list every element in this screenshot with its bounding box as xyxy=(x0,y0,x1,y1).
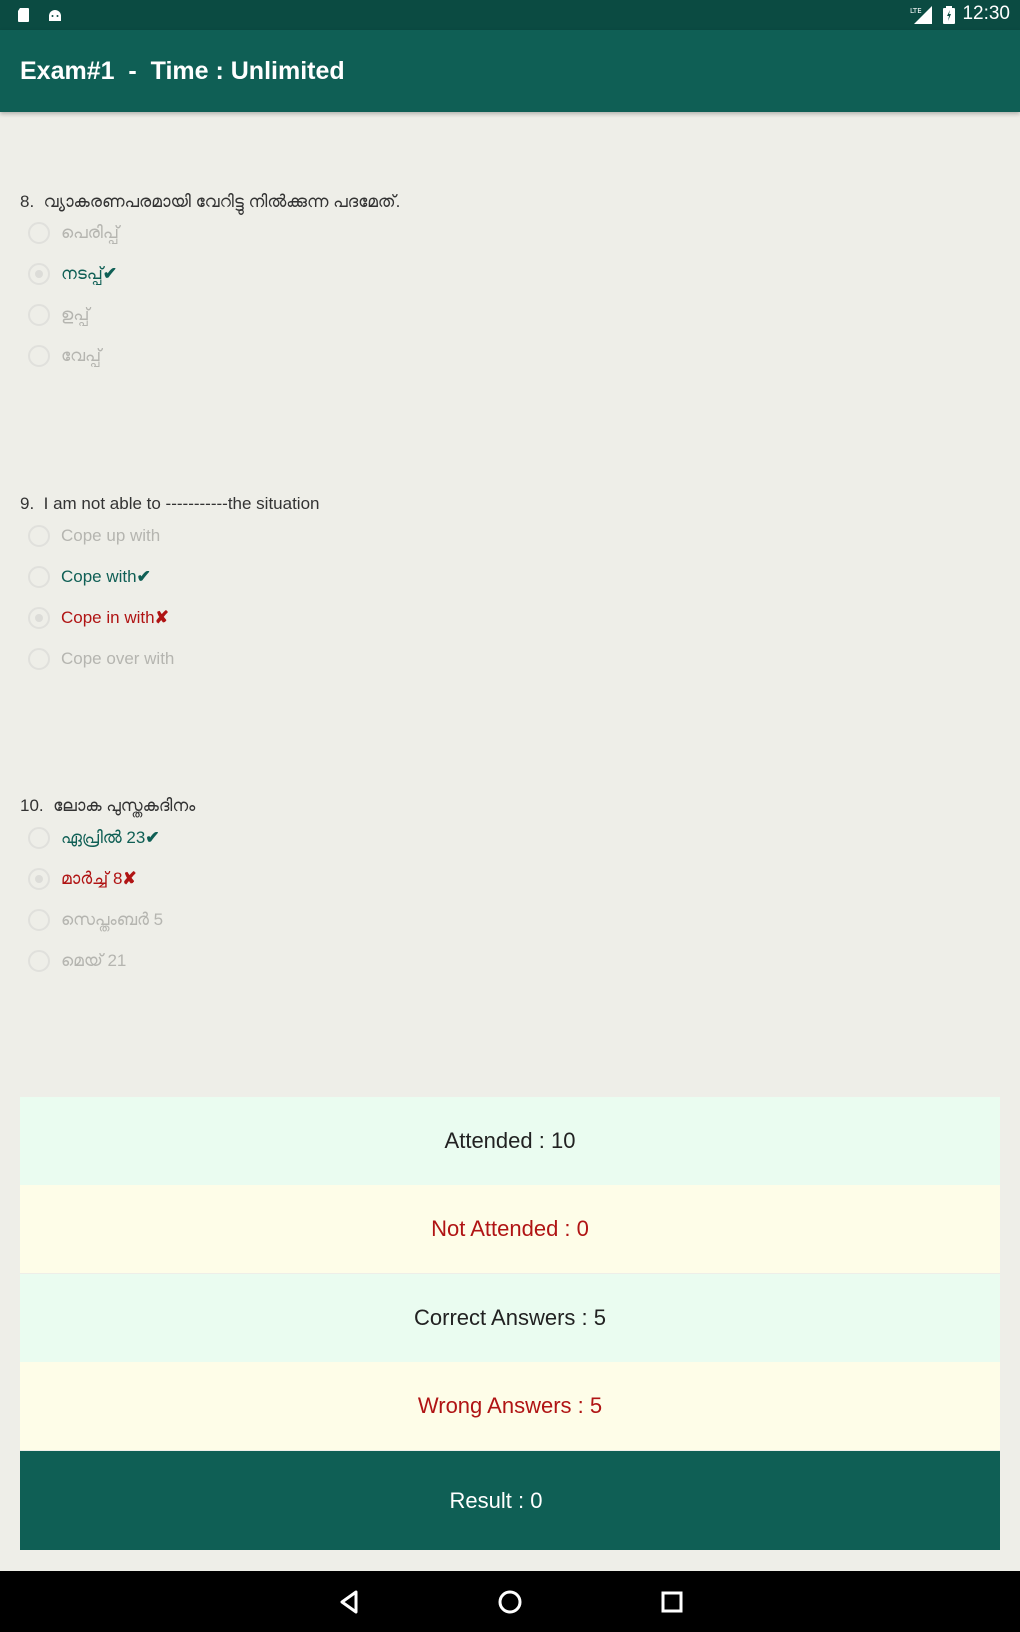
correct-answers-row: Correct Answers : 5 xyxy=(20,1274,1000,1362)
option-label: Cope in with xyxy=(61,608,155,627)
recents-icon[interactable] xyxy=(653,1583,691,1621)
attended-row: Attended : 10 xyxy=(20,1097,1000,1185)
app-bar: Exam#1 - Time : Unlimited xyxy=(0,30,1020,112)
question-number: 10. xyxy=(20,796,44,815)
status-bar: LTE 12:30 xyxy=(0,0,1020,30)
radio-button[interactable] xyxy=(28,263,50,285)
question-body: ലോക പുസ്തകദിനം xyxy=(53,796,196,815)
cross-icon: ✘ xyxy=(154,608,169,627)
option-label: Cope up with xyxy=(61,526,161,545)
option-label: ഉപ്പ് xyxy=(61,305,90,324)
attended-text: Attended : 10 xyxy=(444,1128,576,1153)
wrong-answers-text: Wrong Answers : 5 xyxy=(417,1393,603,1418)
question-text: 10. ലോക പുസ്തകദിനം xyxy=(20,796,195,816)
home-icon[interactable] xyxy=(491,1583,529,1621)
status-time: 12:30 xyxy=(962,3,1010,24)
check-icon: ✔ xyxy=(136,567,151,586)
option-label: മെയ് 21 xyxy=(61,951,127,970)
check-icon: ✔ xyxy=(102,264,118,283)
radio-button[interactable] xyxy=(28,345,50,367)
android-icon xyxy=(49,10,61,21)
radio-button[interactable] xyxy=(28,566,50,588)
question-text: 8. വ്യാകരണപരമായി വേറിട്ടു നിൽക്കുന്ന പദമ… xyxy=(20,192,400,212)
not-attended-row: Not Attended : 0 xyxy=(20,1185,1000,1273)
radio-button[interactable] xyxy=(28,607,50,629)
option-label: വേപ്പ് xyxy=(61,346,102,365)
question-body: വ്യാകരണപരമായി വേറിട്ടു നിൽക്കുന്ന പദമേത്… xyxy=(43,192,401,211)
option-label: Cope with xyxy=(61,567,137,586)
question-number: 8. xyxy=(20,192,35,211)
option-label: സെപ്തംബർ 5 xyxy=(61,910,164,929)
result-text: Result : 0 xyxy=(449,1487,543,1513)
page-title: Exam#1 - Time : Unlimited xyxy=(20,57,345,85)
option-label: മാർച്ച് 8 xyxy=(61,869,123,888)
question-body: I am not able to -----------the situatio… xyxy=(43,494,320,513)
back-icon[interactable] xyxy=(330,1583,368,1621)
check-icon: ✔ xyxy=(145,828,160,847)
svg-text:LTE: LTE xyxy=(910,7,922,15)
sd-card-icon xyxy=(18,8,29,22)
result-row: Result : 0 xyxy=(20,1451,1000,1550)
cross-icon: ✘ xyxy=(122,869,137,888)
radio-button[interactable] xyxy=(28,868,50,890)
radio-button[interactable] xyxy=(28,222,50,244)
option-label: നടപ്പ് xyxy=(61,264,103,283)
radio-button[interactable] xyxy=(28,304,50,326)
radio-button[interactable] xyxy=(28,648,50,670)
wrong-answers-row: Wrong Answers : 5 xyxy=(20,1362,1000,1450)
not-attended-text: Not Attended : 0 xyxy=(431,1216,589,1241)
signal-lte-icon: LTE xyxy=(910,6,932,24)
question-number: 9. xyxy=(20,494,35,513)
correct-answers-text: Correct Answers : 5 xyxy=(414,1305,606,1330)
radio-button[interactable] xyxy=(28,827,50,849)
option-label: ഏപ്രിൽ 23 xyxy=(61,828,146,847)
navigation-bar xyxy=(0,1571,1020,1632)
option-label: Cope over with xyxy=(61,649,175,668)
radio-button[interactable] xyxy=(28,525,50,547)
question-text: 9. I am not able to -----------the situa… xyxy=(20,494,320,514)
option-label: പെരിപ്പ് xyxy=(61,223,119,242)
radio-button[interactable] xyxy=(28,950,50,972)
radio-button[interactable] xyxy=(28,909,50,931)
battery-icon xyxy=(943,6,955,24)
